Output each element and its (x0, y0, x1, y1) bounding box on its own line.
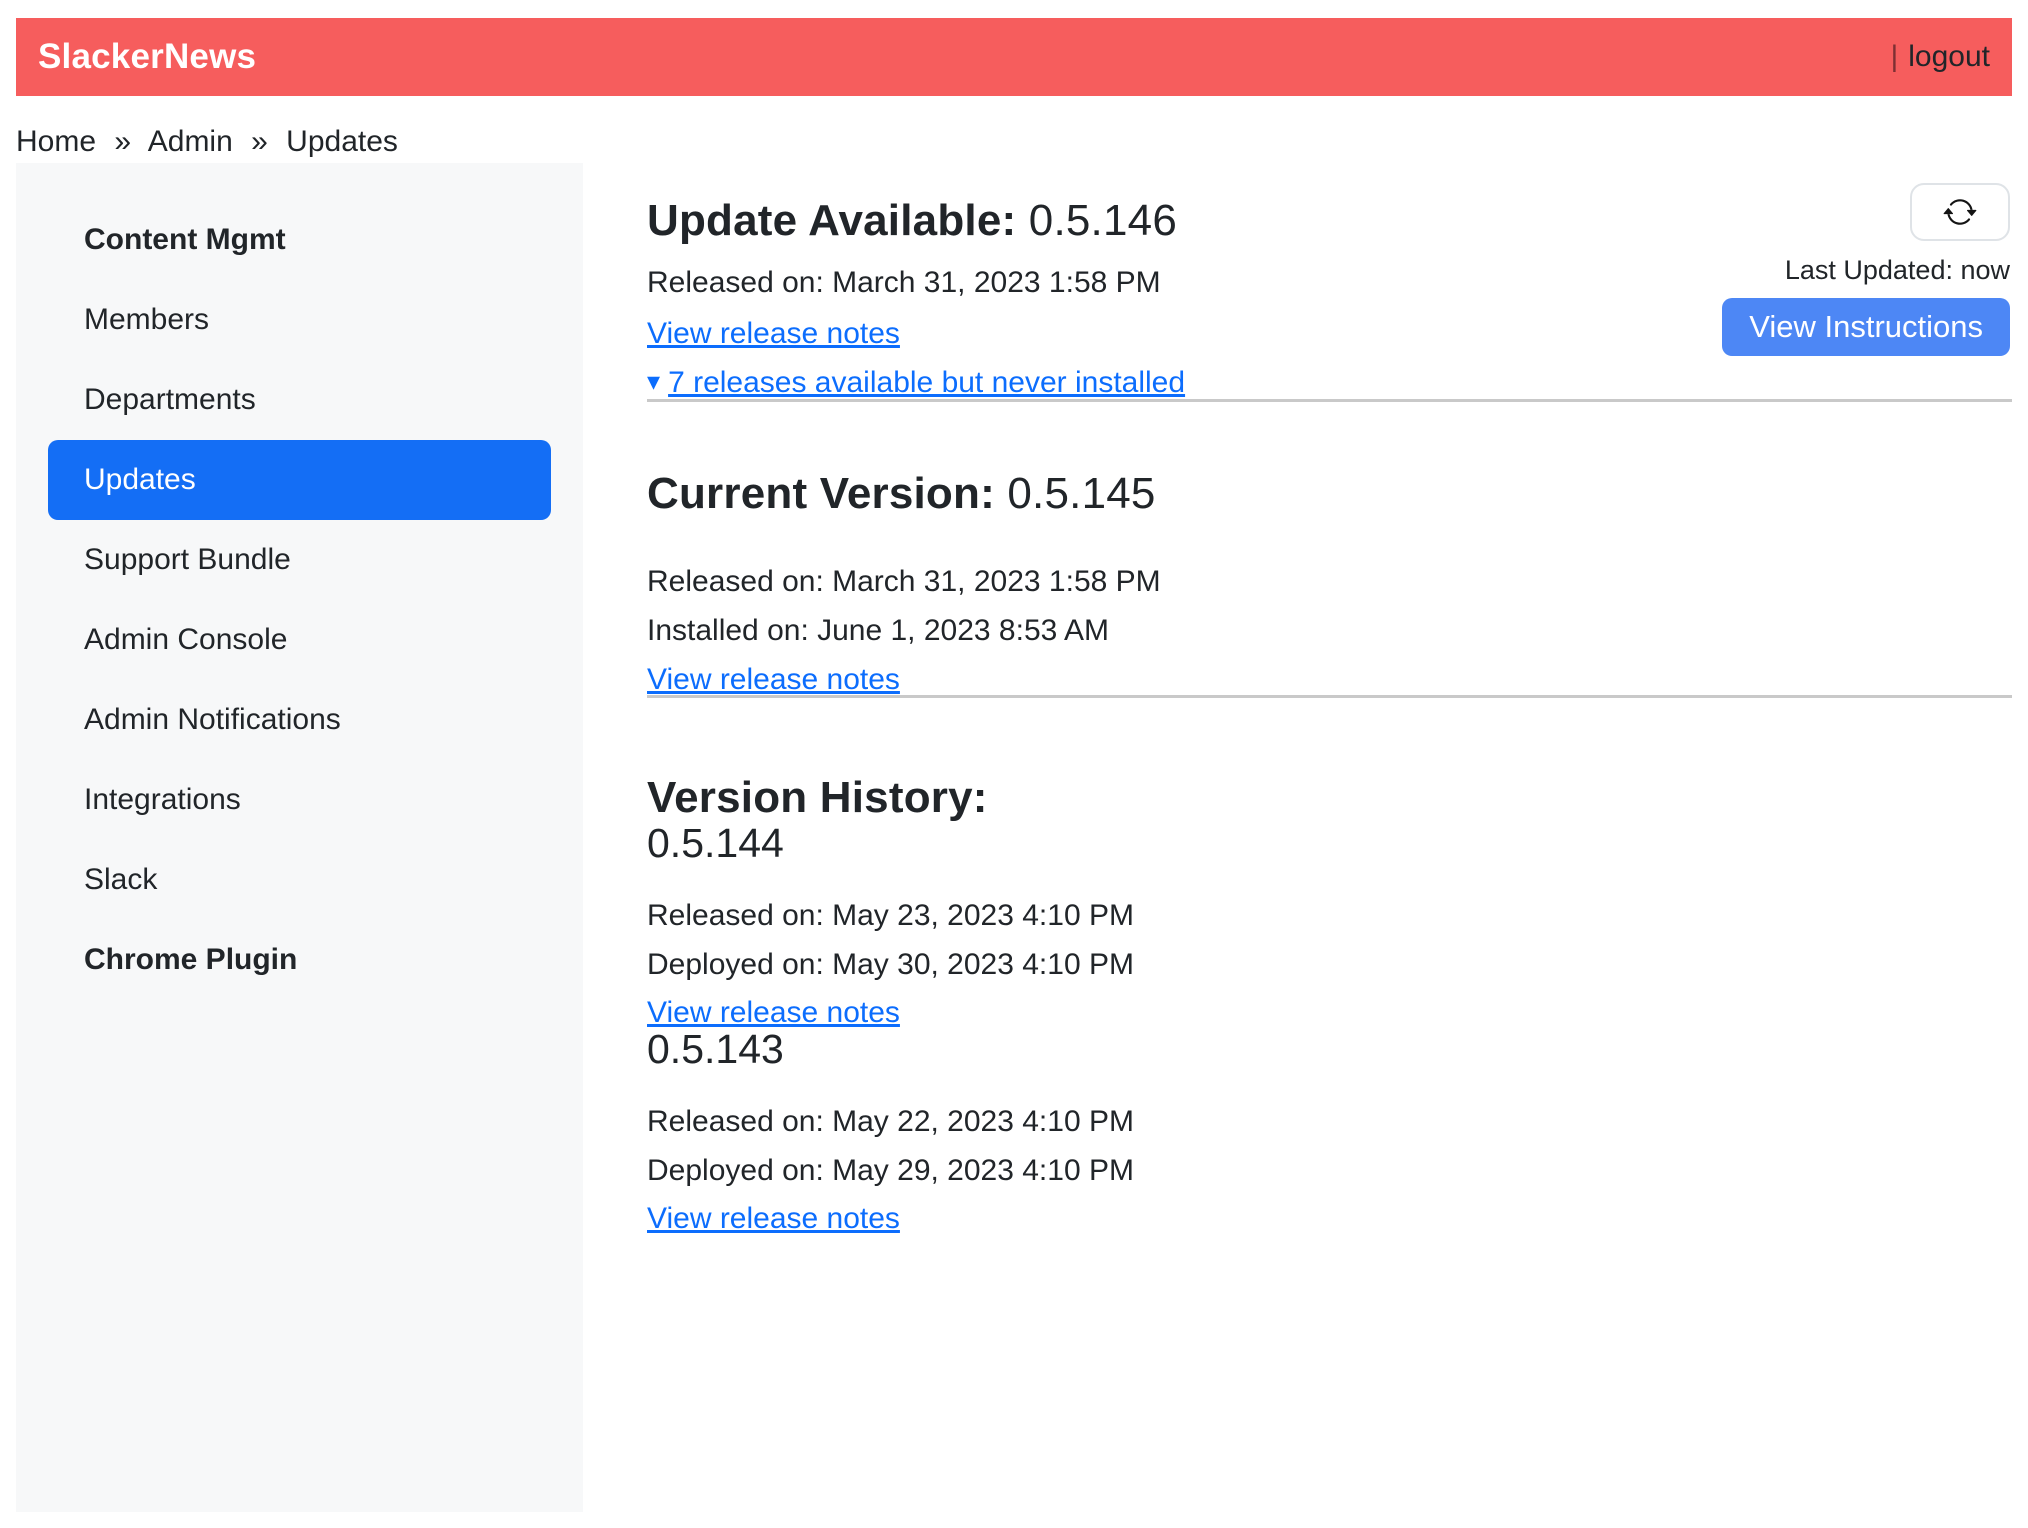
top-bar: SlackerNews | logout (16, 18, 2012, 96)
releases-toggle-link[interactable]: ▾ 7 releases available but never installe… (647, 367, 1185, 399)
history-release-notes-link[interactable]: View release notes (647, 997, 900, 1028)
history-deployed-on: Deployed on: May 29, 2023 4:10 PM (647, 1155, 2012, 1186)
sidebar-item-departments[interactable]: Departments (48, 360, 551, 440)
sidebar-item-admin-console[interactable]: Admin Console (48, 600, 551, 680)
version-history-section: Version History: 0.5.144 Released on: Ma… (647, 774, 2012, 1234)
current-version-number: 0.5.145 (1007, 469, 1155, 518)
sidebar-item-content-mgmt[interactable]: Content Mgmt (48, 200, 551, 280)
current-version-heading: Current Version: 0.5.145 (647, 470, 2012, 518)
breadcrumb-home[interactable]: Home (16, 125, 96, 158)
breadcrumb-separator: » (114, 125, 131, 158)
history-release-notes-link[interactable]: View release notes (647, 1203, 900, 1234)
sidebar-item-members[interactable]: Members (48, 280, 551, 360)
current-released-on: Released on: March 31, 2023 1:58 PM (647, 566, 2012, 597)
version-history-entry: 0.5.144 Released on: May 23, 2023 4:10 P… (647, 822, 2012, 1028)
sidebar-item-support-bundle[interactable]: Support Bundle (48, 520, 551, 600)
current-release-notes-link[interactable]: View release notes (647, 664, 900, 695)
releases-toggle-label: 7 releases available but never installed (668, 366, 1185, 399)
caret-down-icon: ▾ (647, 366, 660, 397)
current-version-section: Current Version: 0.5.145 Released on: Ma… (647, 470, 2012, 695)
history-version-number: 0.5.144 (647, 822, 2012, 864)
version-history-heading: Version History: (647, 774, 2012, 822)
app-title: SlackerNews (38, 37, 256, 77)
sidebar-item-updates[interactable]: Updates (48, 440, 551, 520)
content-layout: Content Mgmt Members Departments Updates… (16, 163, 2012, 1512)
refresh-panel: Last Updated: now View Instructions (1690, 183, 2010, 356)
current-version-label: Current Version: (647, 469, 995, 518)
updates-main: Last Updated: now View Instructions Upda… (583, 163, 2012, 1234)
sidebar-item-slack[interactable]: Slack (48, 840, 551, 920)
breadcrumb-updates: Updates (286, 125, 398, 158)
sidebar-item-admin-notifications[interactable]: Admin Notifications (48, 680, 551, 760)
breadcrumb-admin[interactable]: Admin (148, 125, 233, 158)
sidebar-item-integrations[interactable]: Integrations (48, 760, 551, 840)
history-deployed-on: Deployed on: May 30, 2023 4:10 PM (647, 949, 2012, 980)
last-updated-text: Last Updated: now (1785, 256, 2010, 284)
breadcrumb: Home » Admin » Updates (16, 125, 2012, 159)
update-release-notes-link[interactable]: View release notes (647, 318, 900, 349)
history-released-on: Released on: May 22, 2023 4:10 PM (647, 1106, 2012, 1137)
current-installed-on: Installed on: June 1, 2023 8:53 AM (647, 615, 2012, 646)
version-history-entry: 0.5.143 Released on: May 22, 2023 4:10 P… (647, 1028, 2012, 1234)
section-divider (647, 399, 2012, 402)
view-instructions-button[interactable]: View Instructions (1722, 298, 2010, 356)
sidebar-item-chrome-plugin[interactable]: Chrome Plugin (48, 920, 551, 1000)
admin-sidebar: Content Mgmt Members Departments Updates… (16, 163, 583, 1512)
refresh-button[interactable] (1910, 183, 2010, 241)
history-released-on: Released on: May 23, 2023 4:10 PM (647, 900, 2012, 931)
logout-link[interactable]: logout (1908, 40, 1990, 74)
refresh-icon (1943, 195, 1977, 229)
history-version-number: 0.5.143 (647, 1028, 2012, 1070)
update-available-version: 0.5.146 (1029, 196, 1177, 245)
logout-separator: | (1890, 40, 1898, 74)
breadcrumb-separator: » (251, 125, 268, 158)
update-available-label: Update Available: (647, 196, 1016, 245)
logout-area: | logout (1890, 40, 1990, 74)
